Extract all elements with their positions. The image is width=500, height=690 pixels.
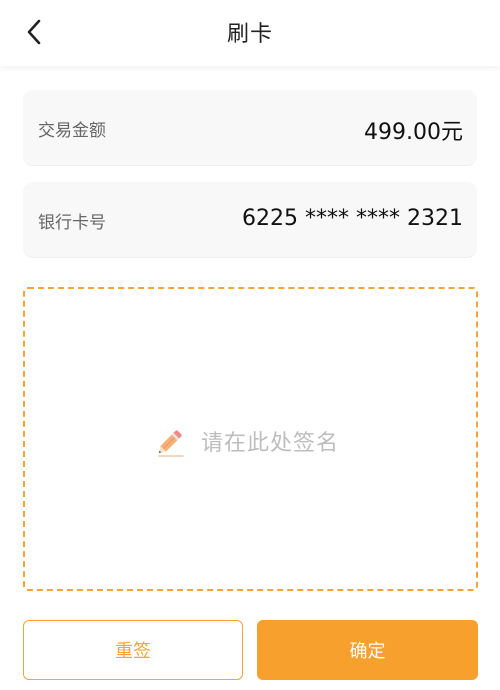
app-header: 刷卡 bbox=[0, 0, 500, 66]
card-number-value: 6225 **** **** 2321 bbox=[242, 206, 463, 231]
amount-value: 499.00元 bbox=[364, 120, 463, 145]
card-number-label: 银行卡号 bbox=[38, 213, 106, 233]
signature-hint-text: 请在此处签名 bbox=[201, 431, 340, 456]
amount-label: 交易金额 bbox=[38, 121, 106, 141]
reset-signature-button[interactable]: 重签 bbox=[23, 620, 243, 680]
pencil-icon bbox=[158, 430, 184, 457]
confirm-button[interactable]: 确定 bbox=[257, 620, 478, 680]
amount-row: 交易金额 499.00元 bbox=[23, 90, 477, 166]
page-title: 刷卡 bbox=[226, 22, 273, 47]
signature-hint: 请在此处签名 bbox=[153, 423, 339, 459]
card-number-row: 银行卡号 6225 **** **** 2321 bbox=[23, 182, 477, 258]
signature-pad[interactable]: 请在此处签名 bbox=[23, 287, 478, 591]
